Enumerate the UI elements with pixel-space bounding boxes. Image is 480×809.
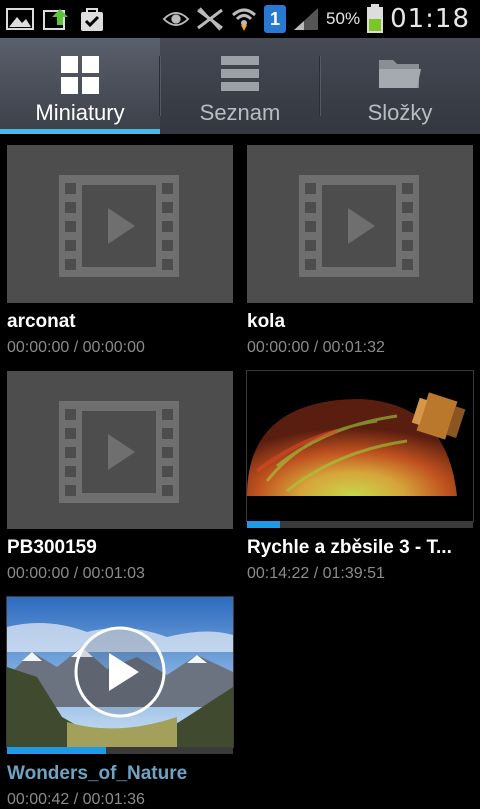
video-duration: 00:00:00 / 00:01:32 xyxy=(247,339,385,356)
wifi-icon xyxy=(230,5,258,33)
film-play-icon xyxy=(299,175,419,277)
no-signal-icon xyxy=(196,5,224,33)
tab-thumbnails[interactable]: Miniatury xyxy=(0,38,160,134)
video-title: arconat xyxy=(7,311,76,332)
sim-badge-icon: 1 xyxy=(264,5,287,33)
eye-icon xyxy=(162,5,190,33)
battery-percent: 50% xyxy=(326,9,361,28)
video-duration: 00:00:42 / 00:01:36 xyxy=(7,791,145,808)
upload-icon xyxy=(42,5,70,33)
battery-icon xyxy=(366,4,384,33)
folder-icon xyxy=(379,56,421,95)
video-title: PB300159 xyxy=(7,537,97,558)
video-title-playing: Wonders_of_Nature xyxy=(7,763,188,784)
tab-thumbnails-label: Miniatury xyxy=(35,100,125,125)
playback-progress-bar xyxy=(7,747,233,754)
video-title: kola xyxy=(247,311,286,332)
video-thumbnail xyxy=(7,145,233,303)
view-tabs: Miniatury Seznam Složky xyxy=(0,38,480,134)
video-thumbnail xyxy=(247,145,473,303)
signal-icon xyxy=(292,5,320,33)
gallery-icon xyxy=(6,5,34,33)
video-thumbnail-image xyxy=(246,370,474,522)
tab-list[interactable]: Seznam xyxy=(160,38,320,134)
status-bar: 1 50% 01:18 xyxy=(0,0,480,38)
task-icon xyxy=(78,5,106,33)
video-thumbnail xyxy=(7,371,233,529)
list-icon xyxy=(221,56,259,97)
video-thumbnail-image xyxy=(6,596,234,748)
film-play-icon xyxy=(59,175,179,277)
playback-progress-bar xyxy=(247,521,473,528)
space-scene-image xyxy=(247,371,473,521)
playback-progress-fill xyxy=(7,747,107,754)
film-play-icon xyxy=(59,401,179,503)
video-title: Rychle a zběsile 3 - T... xyxy=(247,537,452,558)
tab-list-label: Seznam xyxy=(199,100,281,125)
tab-folders-label: Složky xyxy=(367,100,433,125)
mountain-scene-image xyxy=(7,597,233,747)
video-duration: 00:14:22 / 01:39:51 xyxy=(247,565,385,582)
video-duration: 00:00:00 / 00:01:03 xyxy=(7,565,145,582)
sim-badge-number: 1 xyxy=(270,8,281,29)
playback-progress-fill xyxy=(247,521,280,528)
clock: 01:18 xyxy=(390,4,470,34)
selected-tab-indicator xyxy=(0,129,160,134)
tab-folders[interactable]: Složky xyxy=(320,38,480,134)
video-duration: 00:00:00 / 00:00:00 xyxy=(7,339,145,356)
grid-icon xyxy=(61,56,99,99)
